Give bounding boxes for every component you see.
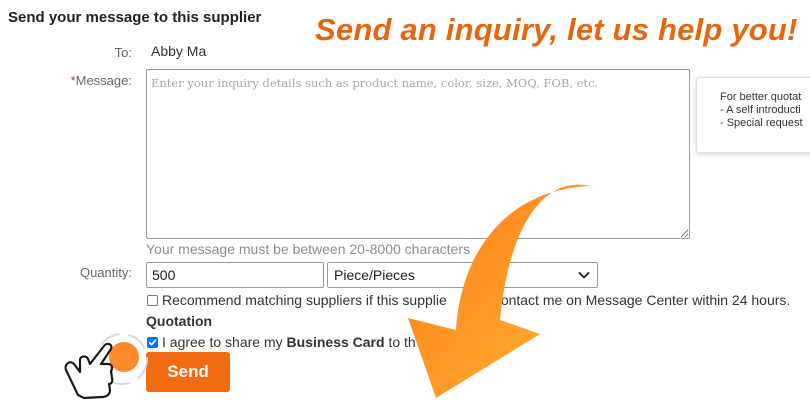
quotation-title: Quotation: [146, 313, 213, 329]
agree-text-bold: Business Card: [286, 334, 385, 350]
unit-select-value: Piece/Pieces: [334, 267, 415, 283]
message-label: *Message:: [58, 73, 132, 88]
promo-slogan: Send an inquiry, let us help you!: [315, 12, 798, 47]
tip-line-2: - A self introducti: [720, 104, 801, 116]
recommend-text-start: Recommend matching suppliers if this sup…: [162, 292, 447, 308]
quantity-input[interactable]: [146, 262, 324, 288]
agree-checkbox[interactable]: [147, 336, 158, 348]
agree-text-start: I agree to share my: [162, 334, 283, 350]
message-textarea[interactable]: [146, 69, 690, 239]
to-label: To:: [114, 45, 132, 60]
agree-text-end: to th: [388, 334, 416, 350]
hand-pointer-icon: [64, 333, 148, 400]
chevron-down-icon: [578, 272, 590, 279]
recipient-name: Abby Ma: [151, 43, 207, 59]
message-length-hint: Your message must be between 20-8000 cha…: [146, 241, 471, 257]
recommend-checkbox[interactable]: [147, 294, 158, 306]
tip-line-1: For better quotat: [720, 91, 802, 103]
checkmark-icon: [148, 338, 157, 345]
send-button[interactable]: Send: [146, 352, 230, 392]
message-label-text: Message:: [75, 73, 132, 88]
form-heading: Send your message to this supplier: [8, 9, 262, 26]
recommend-text-end: contact me on Message Center within 24 h…: [493, 292, 791, 308]
unit-select[interactable]: Piece/Pieces: [327, 262, 598, 288]
quantity-label: Quantity:: [79, 265, 132, 280]
quotation-tip-box: For better quotat - A self introducti - …: [696, 77, 810, 153]
tip-line-3: - Special request: [720, 117, 803, 129]
agree-row: I agree to share my Business Card to th: [147, 334, 416, 350]
send-button-label: Send: [167, 362, 209, 381]
recommend-row: Recommend matching suppliers if this sup…: [147, 292, 790, 308]
